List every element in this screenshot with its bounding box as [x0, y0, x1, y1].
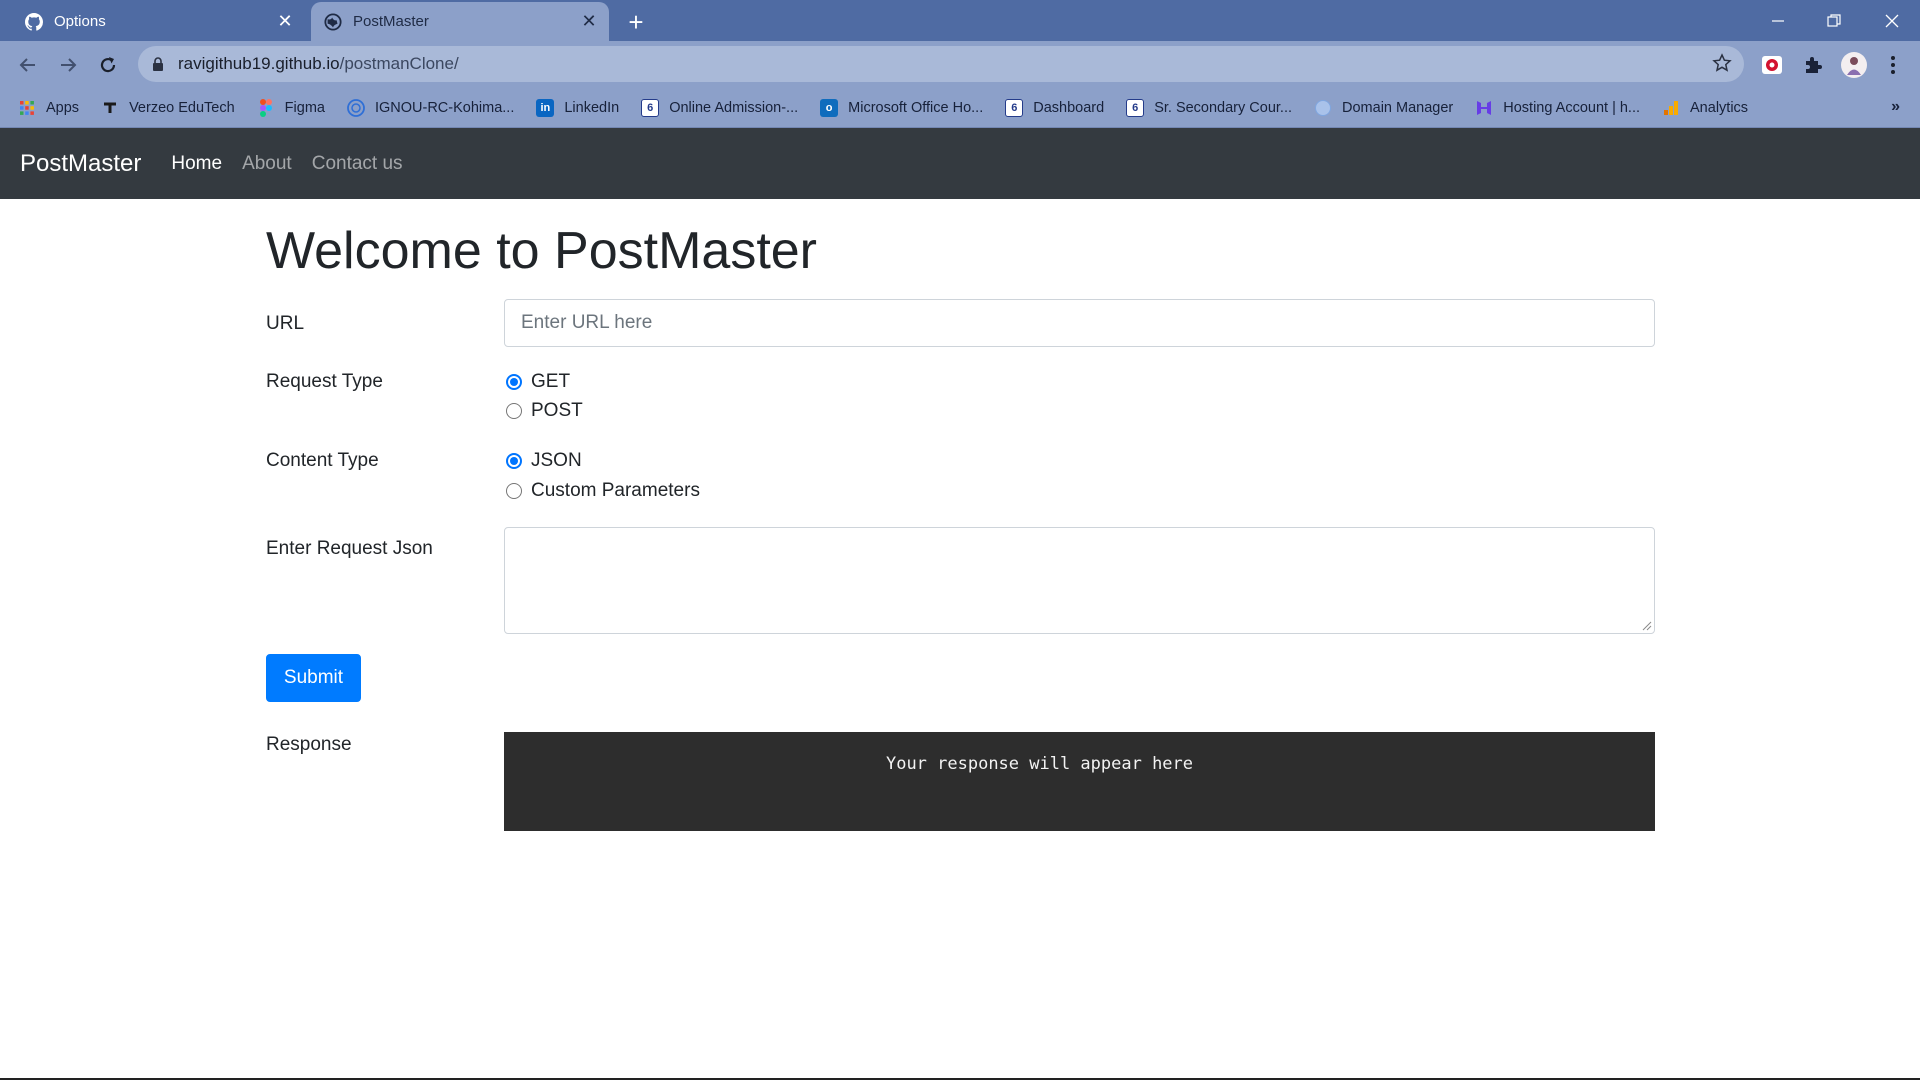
bookmark-label: Online Admission-...	[669, 99, 799, 116]
bookmark-label: Apps	[46, 99, 80, 116]
globe-icon	[323, 12, 343, 32]
submit-button[interactable]: Submit	[266, 654, 361, 702]
back-arrow-icon[interactable]	[10, 47, 46, 83]
navbar-brand[interactable]: PostMaster	[20, 150, 141, 178]
radio-label-post: POST	[531, 400, 583, 421]
radio-button-checked[interactable]	[506, 374, 522, 390]
browser-menu-icon[interactable]	[1877, 49, 1909, 81]
bookmark-apps[interactable]: Apps	[18, 99, 79, 117]
resize-grip-icon[interactable]	[1642, 621, 1652, 631]
browser-toolbar: ravigithub19.github.io/postmanClone/	[0, 41, 1920, 88]
close-tab-icon[interactable]: ✕	[271, 8, 299, 36]
analytics-icon	[1662, 99, 1680, 117]
hostinger-icon	[1475, 99, 1493, 117]
content-type-label: Content Type	[266, 450, 379, 471]
minimize-icon[interactable]	[1750, 0, 1806, 41]
bookmark-label: LinkedIn	[564, 99, 620, 116]
response-label: Response	[266, 734, 352, 755]
bookmark-star-icon[interactable]	[1712, 53, 1732, 78]
profile-avatar-icon[interactable]	[1838, 49, 1870, 81]
bookmark-verzeo[interactable]: Verzeo EduTech	[101, 99, 235, 117]
bookmark-online-admission[interactable]: 6 Online Admission-...	[641, 98, 799, 117]
tab-title: Options	[54, 13, 106, 30]
url-path: /postmanClone/	[339, 54, 459, 73]
url-host: ravigithub19.github.io	[178, 54, 340, 73]
response-output: Your response will appear here	[504, 732, 1655, 831]
radio-custom-parameters[interactable]: Custom Parameters	[504, 480, 700, 502]
bookmark-label: Dashboard	[1033, 99, 1105, 116]
bookmark-label: Domain Manager	[1342, 99, 1454, 116]
linkedin-icon: in	[536, 98, 555, 117]
bookmark-label: Microsoft Office Ho...	[848, 99, 984, 116]
radio-button-checked[interactable]	[506, 453, 522, 469]
radio-json[interactable]: JSON	[504, 450, 582, 472]
request-json-textarea[interactable]	[504, 527, 1655, 634]
nav-link-home[interactable]: Home	[171, 153, 222, 175]
site-navbar: PostMaster Home About Contact us	[0, 128, 1920, 199]
page-title: Welcome to PostMaster	[266, 222, 818, 280]
bookmark-figma[interactable]: Figma	[257, 98, 325, 117]
bookmark-dashboard[interactable]: 6 Dashboard	[1005, 98, 1105, 117]
url-input[interactable]	[521, 312, 1638, 334]
tab-options[interactable]: Options ✕	[12, 2, 305, 41]
apps-grid-icon	[18, 99, 36, 117]
bookmark-ignou-rc[interactable]: IGNOU-RC-Kohima...	[347, 98, 515, 117]
url-label: URL	[266, 313, 305, 334]
nios-icon: 6	[1126, 98, 1145, 117]
ignou-logo-icon: 6	[641, 98, 660, 117]
bookmark-analytics[interactable]: Analytics	[1662, 99, 1748, 117]
bookmark-label: Sr. Secondary Cour...	[1154, 99, 1293, 116]
reload-icon[interactable]	[90, 47, 126, 83]
nav-link-about[interactable]: About	[242, 153, 292, 175]
bookmark-domain-manager[interactable]: Domain Manager	[1314, 99, 1453, 117]
browser-tabstrip: Options ✕ PostMaster ✕ +	[0, 0, 1920, 41]
new-tab-icon[interactable]: +	[620, 6, 652, 38]
radio-post[interactable]: POST	[504, 400, 583, 422]
close-tab-icon[interactable]: ✕	[575, 8, 603, 36]
bookmarks-bar: Apps Verzeo EduTech Figma IGNOU-RC-Kohim…	[0, 88, 1920, 128]
forward-arrow-icon[interactable]	[50, 47, 86, 83]
url-field[interactable]	[504, 299, 1655, 347]
ignou-logo-icon: 6	[1005, 98, 1024, 117]
ignou-icon	[347, 98, 365, 117]
more-bookmarks-icon[interactable]: »	[1891, 98, 1900, 116]
bookmark-label: Figma	[284, 99, 325, 116]
extension-red-icon[interactable]	[1756, 49, 1788, 81]
bookmark-label: IGNOU-RC-Kohima...	[374, 99, 515, 116]
restore-icon[interactable]	[1806, 0, 1862, 41]
outlook-icon: o	[820, 98, 839, 117]
request-json-label: Enter Request Json	[266, 538, 433, 559]
radio-label-custom: Custom Parameters	[531, 480, 700, 501]
radio-get[interactable]: GET	[504, 371, 570, 393]
close-window-icon[interactable]	[1864, 0, 1920, 41]
tab-title: PostMaster	[353, 13, 429, 30]
verzeo-icon	[101, 99, 119, 117]
bookmark-label: Analytics	[1690, 99, 1749, 116]
radio-label-json: JSON	[531, 450, 582, 471]
bookmark-hosting-account[interactable]: Hosting Account | h...	[1475, 99, 1640, 117]
tab-postmaster[interactable]: PostMaster ✕	[311, 2, 609, 41]
radio-label-get: GET	[531, 371, 571, 392]
address-bar[interactable]: ravigithub19.github.io/postmanClone/	[138, 46, 1744, 82]
response-text: Your response will appear here	[885, 754, 1194, 774]
github-icon	[24, 12, 44, 32]
domain-globe-icon	[1314, 99, 1332, 117]
request-type-label: Request Type	[266, 371, 383, 392]
figma-icon	[257, 98, 275, 117]
bookmark-label: Verzeo EduTech	[129, 99, 235, 116]
bookmark-sr-secondary[interactable]: 6 Sr. Secondary Cour...	[1126, 98, 1293, 117]
bookmark-microsoft-office[interactable]: o Microsoft Office Ho...	[820, 98, 984, 117]
extensions-puzzle-icon[interactable]	[1797, 49, 1829, 81]
bookmark-label: Hosting Account | h...	[1503, 99, 1641, 116]
nav-link-contact[interactable]: Contact us	[312, 153, 403, 175]
radio-button[interactable]	[506, 403, 522, 419]
bookmark-linkedin[interactable]: in LinkedIn	[536, 98, 620, 117]
lock-icon[interactable]	[138, 57, 178, 71]
radio-button[interactable]	[506, 483, 522, 499]
